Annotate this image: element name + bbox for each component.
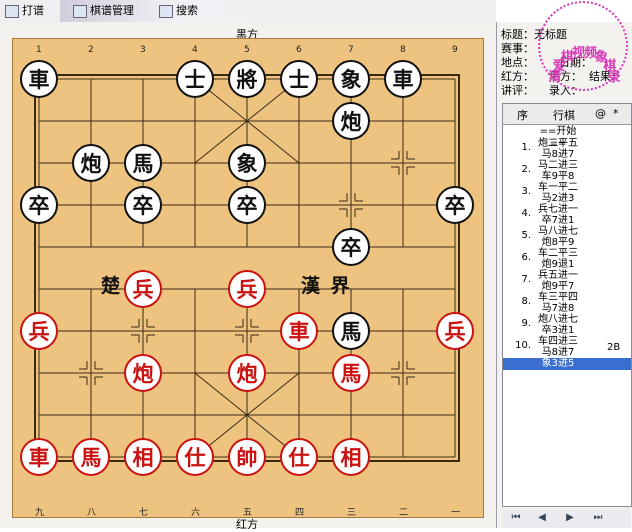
move-number: 6. [521, 252, 531, 263]
search-icon [159, 5, 173, 18]
top-file-label: 3 [140, 45, 146, 55]
move-number: 1. [521, 142, 531, 153]
red-piece[interactable]: 仕 [280, 438, 318, 476]
next-move-icon[interactable]: ▶ [562, 510, 578, 526]
red-piece[interactable]: 炮 [228, 354, 266, 392]
move-number: 7. [521, 274, 531, 285]
black-piece[interactable]: 車 [20, 60, 58, 98]
header-star: * [613, 107, 619, 120]
selected-move-text: 象3进5 [541, 358, 575, 369]
folder-icon [73, 5, 87, 18]
list-item[interactable]: 3. 车一平二 马2进3 [503, 182, 631, 206]
black-piece[interactable]: 卒 [436, 186, 474, 224]
list-item[interactable]: 7. 兵五进一 炮9平7 [503, 270, 631, 294]
toolbar-search-label: 搜索 [176, 4, 198, 17]
toolbar: 打谱 棋谱管理 搜索 [0, 0, 496, 23]
list-item[interactable]: 6. 车二平三 炮9退1 [503, 248, 631, 272]
black-piece[interactable]: 象 [332, 60, 370, 98]
commentator-label: 讲评： [501, 84, 534, 97]
toolbar-play-tab[interactable]: 打谱 [4, 3, 44, 19]
red-piece[interactable]: 帥 [228, 438, 266, 476]
selected-move-row[interactable]: 象3进5 [503, 358, 631, 370]
header-at: @ [595, 107, 606, 120]
black-piece[interactable]: 炮 [332, 102, 370, 140]
top-file-label: 5 [244, 45, 250, 55]
river-right-text: 漢 界 [301, 275, 352, 297]
move-number: 3. [521, 186, 531, 197]
red-piece[interactable]: 兵 [20, 312, 58, 350]
red-piece[interactable]: 馬 [332, 354, 370, 392]
move-number: 2. [521, 164, 531, 175]
move-list-header: 序 行棋 @ * [503, 104, 631, 125]
list-item[interactable]: 8. 车三平四 马7进8 [503, 292, 631, 316]
red-piece[interactable]: 相 [332, 438, 370, 476]
red-piece[interactable]: 車 [20, 438, 58, 476]
black-piece[interactable]: 象 [228, 144, 266, 182]
red-piece[interactable]: 馬 [72, 438, 110, 476]
black-piece[interactable]: 車 [384, 60, 422, 98]
header-index: 序 [517, 109, 528, 122]
black-piece[interactable]: 馬 [332, 312, 370, 350]
black-piece[interactable]: 士 [280, 60, 318, 98]
last-move-icon[interactable]: ⏭ [590, 510, 606, 526]
black-piece[interactable]: 卒 [332, 228, 370, 266]
top-file-label: 9 [452, 45, 458, 55]
top-file-label: 2 [88, 45, 94, 55]
red-piece[interactable]: 兵 [124, 270, 162, 308]
black-piece[interactable]: 卒 [20, 186, 58, 224]
black-piece[interactable]: 馬 [124, 144, 162, 182]
black-piece[interactable]: 卒 [228, 186, 266, 224]
toolbar-manage-tab[interactable]: 棋谱管理 [72, 3, 134, 19]
top-file-label: 8 [400, 45, 406, 55]
first-move-icon[interactable]: ⏮ [508, 510, 524, 526]
toolbar-play-label: 打谱 [22, 4, 44, 17]
seal-char: 录 [607, 70, 621, 86]
toolbar-search-tab[interactable]: 搜索 [158, 3, 198, 19]
top-file-label: 7 [348, 45, 354, 55]
black-piece[interactable]: 卒 [124, 186, 162, 224]
red-piece[interactable]: 兵 [436, 312, 474, 350]
red-piece[interactable]: 相 [124, 438, 162, 476]
red-piece[interactable]: 仕 [176, 438, 214, 476]
list-item[interactable]: 10. 车四进三 马8进7 2B [503, 336, 631, 360]
move-number: 10. [515, 340, 531, 351]
black-piece[interactable]: 炮 [72, 144, 110, 182]
red-piece[interactable]: 炮 [124, 354, 162, 392]
list-item[interactable]: 2. 马二进三 车9平8 [503, 160, 631, 184]
xiangqi-board[interactable]: 楚 河 漢 界 車士將士象車炮炮馬象卒卒卒卒卒兵兵兵車馬兵炮炮馬車馬相仕帥仕相 … [12, 38, 484, 518]
move-number: 5. [521, 230, 531, 241]
top-file-label: 6 [296, 45, 302, 55]
board-icon [5, 5, 19, 18]
move-number: 9. [521, 318, 531, 329]
move-number: 8. [521, 296, 531, 307]
move-number: 4. [521, 208, 531, 219]
top-file-label: 4 [192, 45, 198, 55]
red-piece[interactable]: 兵 [228, 270, 266, 308]
red-piece[interactable]: 車 [280, 312, 318, 350]
move-list[interactable]: 序 行棋 @ * ==开始== 1. 炮二平五 马8进7 2. 马二进三 车9平8 3. 车一平… [502, 103, 632, 507]
black-piece[interactable]: 將 [228, 60, 266, 98]
red-side-label: 红方 [236, 518, 258, 531]
toolbar-manage-label: 棋谱管理 [90, 4, 134, 17]
list-item[interactable]: 9. 炮八进七 卒3进1 [503, 314, 631, 338]
header-move: 行棋 [553, 109, 575, 122]
top-file-label: 1 [36, 45, 42, 55]
list-item[interactable]: ==开始== [503, 126, 631, 149]
move-navigation-bar: ⏮ ◀ ▶ ⏭ [502, 508, 630, 528]
move-annotation: 2B [607, 342, 621, 353]
black-piece[interactable]: 士 [176, 60, 214, 98]
watermark-seal: 清爱棋视频象棋录 [538, 1, 628, 91]
list-item[interactable]: 4. 兵七进一 卒7进1 [503, 204, 631, 228]
list-item[interactable]: 1. 炮二平五 马8进7 [503, 138, 631, 162]
prev-move-icon[interactable]: ◀ [534, 510, 550, 526]
list-item[interactable]: 5. 马八进七 炮8平9 [503, 226, 631, 250]
